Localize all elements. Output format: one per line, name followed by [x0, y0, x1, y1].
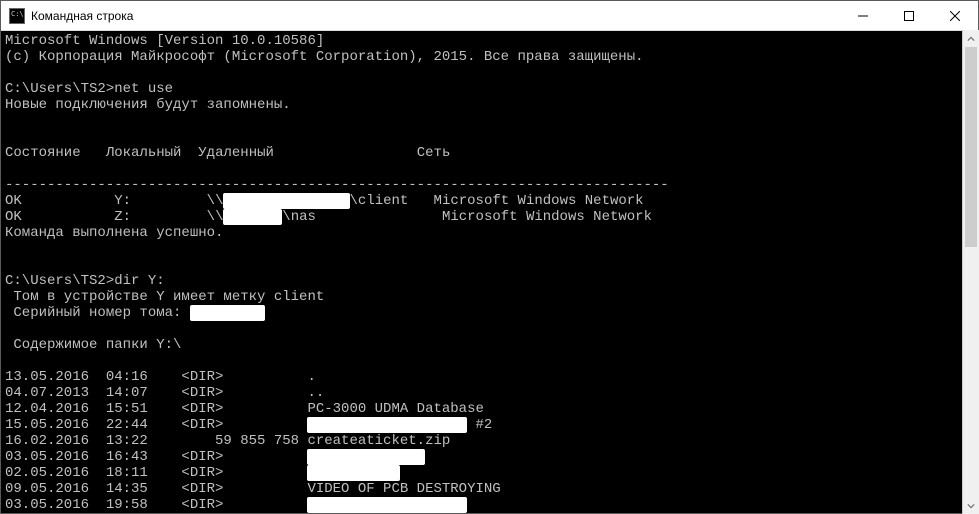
dir-row: 15.05.2016 22:44 <DIR>	[5, 417, 307, 433]
dir-name-redacted: xxxxxxxxxxx	[307, 465, 399, 481]
row2-net: Microsoft Windows Network	[442, 209, 652, 225]
row2-local: Z:	[114, 209, 131, 225]
minimize-button[interactable]	[840, 1, 886, 31]
col-remote: Удаленный	[198, 145, 274, 161]
prompt: C:\Users\TS2>	[5, 81, 114, 97]
scroll-down-button[interactable]	[963, 497, 979, 514]
row1-local: Y:	[114, 193, 131, 209]
line-copyright: (с) Корпорация Майкрософт (Microsoft Cor…	[5, 49, 644, 65]
cmd-icon: C:\	[9, 8, 25, 24]
row2-remote-suffix: \nas	[282, 209, 316, 225]
dir-name-redacted: xxxxxxxxxxxxxx	[307, 449, 425, 465]
dir-row: 13.05.2016 04:16 <DIR> .	[5, 369, 316, 385]
line-netnew: Новые подключения будут запомнены.	[5, 97, 291, 113]
dir-row: 03.05.2016 19:58 <DIR>	[5, 497, 307, 513]
dir-row-suffix: #2	[467, 417, 492, 433]
command-dir: dir Y:	[114, 273, 164, 289]
command-netuse: net use	[114, 81, 173, 97]
row2-host-redacted: xxxxxxx	[223, 209, 282, 225]
row2-remote-prefix: \\	[207, 209, 224, 225]
line-contents: Содержимое папки Y:\	[5, 337, 181, 353]
scroll-up-button[interactable]	[963, 30, 979, 47]
dir-row: 12.04.2016 15:51 <DIR> PC-3000 UDMA Data…	[5, 401, 484, 417]
row1-remote-prefix: \\	[207, 193, 224, 209]
dir-name-redacted: xxxxxxxxxxxxxxxxxxx	[307, 417, 467, 433]
line-cmddone: Команда выполнена успешно.	[5, 225, 223, 241]
row2-status: OK	[5, 209, 22, 225]
terminal-output[interactable]: Microsoft Windows [Version 10.0.10586] (…	[1, 31, 978, 513]
scroll-track[interactable]	[963, 47, 979, 497]
line-serial-prefix: Серийный номер тома:	[5, 305, 190, 321]
close-button[interactable]	[932, 1, 978, 31]
col-status: Состояние	[5, 145, 81, 161]
dir-name-redacted: xxxxxxxxxxxxxxxxxxx	[307, 497, 467, 513]
row1-net: Microsoft Windows Network	[434, 193, 644, 209]
row1-host-redacted: xxx.xxx.xxx.xxx	[223, 193, 349, 209]
line-volume: Том в устройстве Y имеет метку client	[5, 289, 324, 305]
vertical-scrollbar[interactable]	[962, 30, 979, 514]
row1-remote-suffix: \client	[350, 193, 409, 209]
titlebar[interactable]: C:\ Командная строка	[1, 1, 978, 31]
maximize-button[interactable]	[886, 1, 932, 31]
line-version: Microsoft Windows [Version 10.0.10586]	[5, 33, 324, 49]
window-title: Командная строка	[31, 9, 133, 23]
row1-status: OK	[5, 193, 22, 209]
col-local: Локальный	[106, 145, 182, 161]
scroll-thumb[interactable]	[965, 47, 977, 247]
dir-row: 09.05.2016 14:35 <DIR> VIDEO OF PCB DEST…	[5, 481, 501, 497]
dir-row: 02.05.2016 18:11 <DIR>	[5, 465, 307, 481]
col-net: Сеть	[417, 145, 451, 161]
dir-row: 03.05.2016 16:43 <DIR>	[5, 449, 307, 465]
prompt: C:\Users\TS2>	[5, 273, 114, 289]
separator: ----------------------------------------…	[5, 177, 669, 193]
dir-row: 16.02.2016 13:22 59 855 758 createaticke…	[5, 433, 450, 449]
serial-redacted: XXXX-XXXX	[190, 305, 266, 321]
dir-row: 04.07.2013 14:07 <DIR> ..	[5, 385, 324, 401]
cmd-window: C:\ Командная строка Microsoft Windows […	[0, 0, 979, 514]
